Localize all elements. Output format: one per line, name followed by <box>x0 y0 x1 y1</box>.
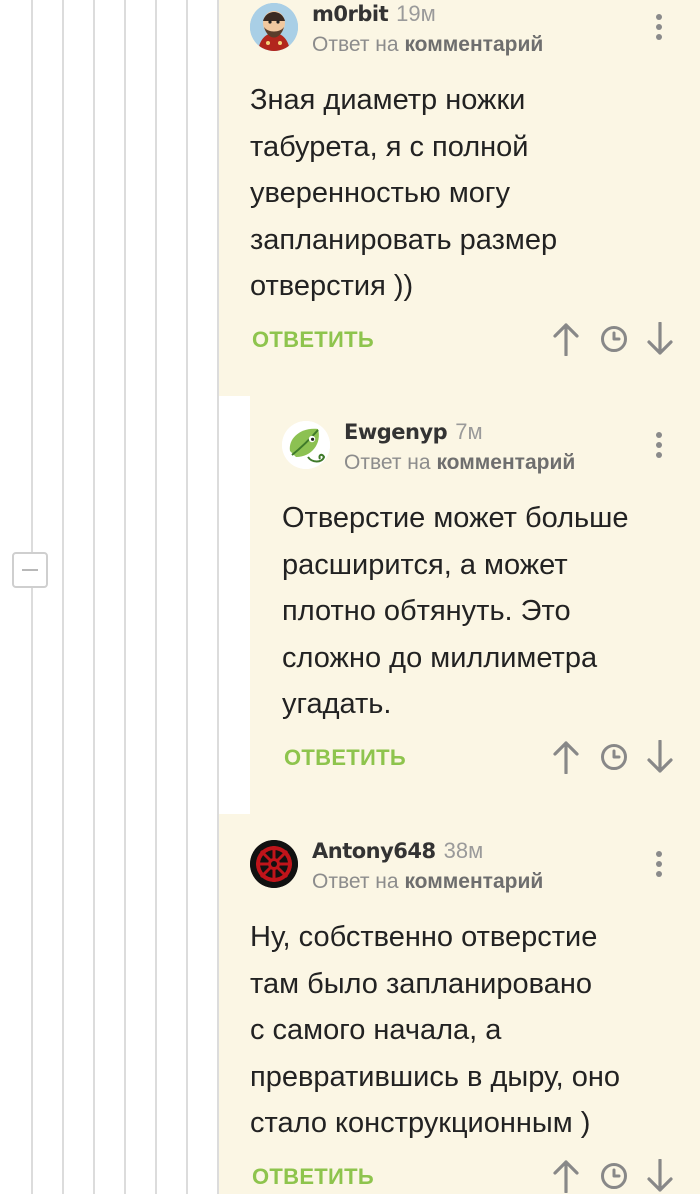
avatar[interactable] <box>250 840 298 888</box>
reply-to-link[interactable]: комментарий <box>436 451 575 474</box>
comment-text: Отверстие может больше расширится, а мож… <box>282 502 629 720</box>
comment: m0rbit 19м Ответ на комментарий Зная диам… <box>250 1 680 383</box>
reply-to-prefix: Ответ на <box>312 870 399 893</box>
thread-line <box>155 0 157 1194</box>
comment-text: Зная диаметр ножки табурета, я с полной … <box>250 84 558 302</box>
more-vertical-icon <box>656 851 662 877</box>
author-name[interactable]: m0rbit 19м <box>312 1 436 27</box>
avatar[interactable] <box>282 421 330 469</box>
thread-line <box>186 0 188 1194</box>
arrow-up-icon[interactable] <box>552 1159 580 1198</box>
comment: Antony648 38м Ответ на комментарий Ну, со… <box>250 838 680 1195</box>
clock-icon[interactable] <box>600 325 628 358</box>
author-name-text[interactable]: Ewgenyp <box>344 420 448 444</box>
author-name[interactable]: Ewgenyp 7м <box>344 419 483 445</box>
thread-line <box>31 0 33 1194</box>
reply-to: Ответ на комментарий <box>312 870 543 894</box>
arrow-down-icon[interactable] <box>646 739 674 779</box>
reply-to-link[interactable]: комментарий <box>404 33 543 56</box>
arrow-up-icon[interactable] <box>552 322 580 361</box>
comment-time: 38м <box>443 838 484 863</box>
arrow-down-icon[interactable] <box>646 321 674 361</box>
reply-button[interactable]: ОТВЕТИТЬ <box>252 1164 374 1190</box>
avatar[interactable] <box>250 3 298 51</box>
thread-line <box>93 0 95 1194</box>
arrow-down-icon[interactable] <box>646 1158 674 1198</box>
thread-line <box>62 0 64 1194</box>
more-options-button[interactable] <box>656 432 662 462</box>
reply-to: Ответ на комментарий <box>312 33 543 57</box>
comment: Ewgenyp 7м Ответ на комментарий Отверстие… <box>282 419 682 801</box>
author-name[interactable]: Antony648 38м <box>312 838 483 864</box>
more-options-button[interactable] <box>656 14 662 44</box>
arrow-up-icon[interactable] <box>552 740 580 779</box>
more-vertical-icon <box>656 14 662 40</box>
comment-time: 7м <box>455 419 483 444</box>
more-vertical-icon <box>656 432 662 458</box>
author-name-text[interactable]: Antony648 <box>312 839 436 863</box>
author-name-text[interactable]: m0rbit <box>312 2 389 26</box>
reply-button[interactable]: ОТВЕТИТЬ <box>252 327 374 353</box>
collapse-thread-button[interactable] <box>12 552 48 588</box>
reply-to-link[interactable]: комментарий <box>404 870 543 893</box>
thread-line <box>124 0 126 1194</box>
reply-to-prefix: Ответ на <box>312 33 399 56</box>
comment-time: 19м <box>396 1 436 26</box>
more-options-button[interactable] <box>656 851 662 881</box>
clock-icon[interactable] <box>600 743 628 776</box>
clock-icon[interactable] <box>600 1162 628 1195</box>
comment-text: Ну, собственно отверстие там было заплан… <box>250 921 621 1139</box>
reply-button[interactable]: ОТВЕТИТЬ <box>284 745 406 771</box>
reply-to-prefix: Ответ на <box>344 451 431 474</box>
reply-to: Ответ на комментарий <box>344 451 575 475</box>
